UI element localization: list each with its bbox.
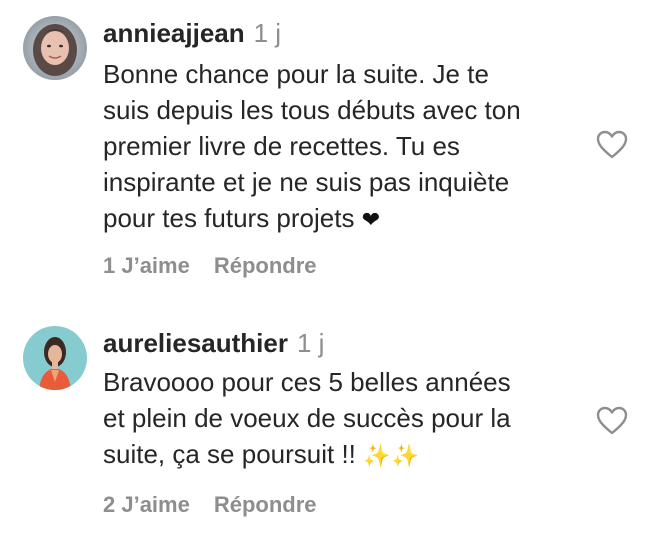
- comment-line-last: suite, ça se poursuit !! ✨✨: [103, 436, 573, 474]
- avatar-photo-icon: [23, 326, 87, 390]
- comment-line: suis depuis les tous débuts avec ton: [103, 95, 521, 125]
- username[interactable]: annieajjean: [103, 18, 245, 49]
- avatar[interactable]: [23, 326, 87, 390]
- avatar[interactable]: [23, 16, 87, 80]
- username[interactable]: aureliesauthier: [103, 328, 288, 359]
- comment-line: Bonne chance pour la suite. Je te: [103, 59, 489, 89]
- comment-text: Bonne chance pour la suite. Je te suis d…: [103, 56, 573, 238]
- comment-actions: 1 J’aime Répondre: [103, 253, 317, 279]
- reply-button[interactable]: Répondre: [214, 492, 317, 518]
- comment-line: et plein de voeux de succès pour la: [103, 403, 511, 433]
- likes-count-button[interactable]: 1 J’aime: [103, 253, 190, 279]
- comment-line-last: pour tes futurs projets ❤: [103, 200, 573, 238]
- like-heart-icon[interactable]: [596, 406, 628, 436]
- comment-line: pour tes futurs projets: [103, 203, 355, 233]
- likes-count-button[interactable]: 2 J’aime: [103, 492, 190, 518]
- comment-header: aureliesauthier 1 j: [103, 328, 324, 364]
- comment-line: premier livre de recettes. Tu es: [103, 131, 460, 161]
- comment-item: aureliesauthier 1 j Bravoooo pour ces 5 …: [0, 290, 652, 542]
- reply-button[interactable]: Répondre: [214, 253, 317, 279]
- comment-item: annieajjean 1 j Bonne chance pour la sui…: [0, 0, 652, 290]
- heart-emoji: ❤: [361, 207, 381, 232]
- comment-line: suite, ça se poursuit !!: [103, 439, 356, 469]
- comment-actions: 2 J’aime Répondre: [103, 492, 317, 518]
- comment-line: inspirante et je ne suis pas inquiète: [103, 167, 510, 197]
- avatar-photo-icon: [23, 16, 87, 80]
- comment-time: 1 j: [296, 328, 325, 358]
- like-heart-icon[interactable]: [596, 130, 628, 160]
- comment-text: Bravoooo pour ces 5 belles années et ple…: [103, 364, 573, 474]
- comment-line: Bravoooo pour ces 5 belles années: [103, 367, 511, 397]
- comment-time: 1 j: [253, 18, 282, 48]
- sparkles-emoji: ✨✨: [363, 443, 420, 468]
- comment-header: annieajjean 1 j: [103, 18, 281, 54]
